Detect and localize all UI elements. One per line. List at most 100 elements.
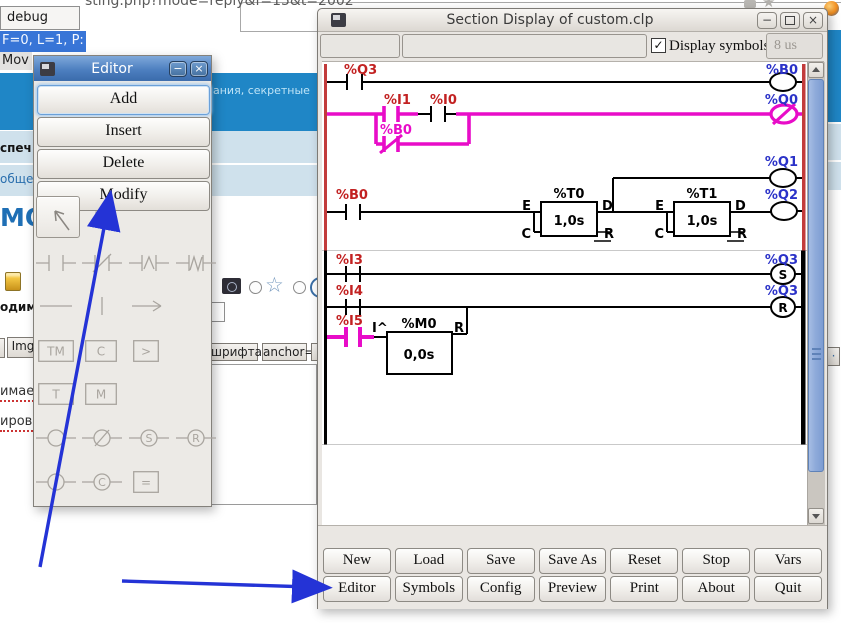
scroll-down-button[interactable] <box>808 508 824 524</box>
label-t1-e: E <box>655 199 664 214</box>
close-button[interactable]: × <box>190 60 208 77</box>
radio-button[interactable] <box>293 281 306 294</box>
contact-open-tool[interactable] <box>36 252 76 274</box>
label-m0-r: R <box>454 321 464 336</box>
coil-jump-tool[interactable]: J <box>36 471 76 493</box>
stripe <box>826 162 841 190</box>
arrow-to-editor <box>121 569 333 604</box>
rung-comment-field[interactable] <box>402 34 647 58</box>
banner-right <box>826 30 841 122</box>
bg-text-imae: имае <box>0 384 35 402</box>
main-window: Section Display of custom.clp − × ✓ Disp… <box>317 8 828 609</box>
operate-block-tool[interactable]: = <box>133 471 159 493</box>
timer-block-tool[interactable]: TM <box>38 340 74 362</box>
display-symbols-checkbox[interactable]: ✓ <box>651 38 666 53</box>
editor-delete-button[interactable]: Delete <box>37 149 210 179</box>
star-icon[interactable]: ☆ <box>265 275 284 296</box>
main-about-button[interactable]: About <box>682 576 751 602</box>
main-load-button[interactable]: Load <box>394 548 463 574</box>
main-window-title: Section Display of custom.clp <box>446 12 654 28</box>
svg-text:S: S <box>146 432 153 445</box>
bg-text-spech: спеч <box>0 141 32 155</box>
contact-falling-edge-tool[interactable] <box>176 252 216 274</box>
coil-reset-letter: R <box>778 301 787 315</box>
main-save-as-button[interactable]: Save As <box>538 548 607 574</box>
bbcode-button-anchor[interactable]: anchor= <box>262 343 315 361</box>
main-quit-button[interactable]: Quit <box>754 576 823 602</box>
main-print-button[interactable]: Print <box>610 576 679 602</box>
scan-time-field: 8 us <box>766 33 823 59</box>
bbcode-button-edge[interactable] <box>0 338 5 358</box>
minimize-button[interactable]: − <box>169 60 187 77</box>
svg-text:R: R <box>192 432 200 445</box>
label-t1-d: D <box>735 199 746 214</box>
contact-rising-edge-tool[interactable] <box>129 252 169 274</box>
minimize-button[interactable]: − <box>757 11 777 29</box>
svg-text:J: J <box>53 476 57 489</box>
window-icon <box>331 13 346 27</box>
main-editor-button[interactable]: Editor <box>323 576 391 602</box>
editor-insert-button[interactable]: Insert <box>37 117 210 147</box>
main-config-button[interactable]: Config <box>466 576 535 602</box>
label-b0-coil: %B0 <box>766 63 798 78</box>
post-textarea[interactable] <box>211 364 317 505</box>
svg-text:=: = <box>141 476 151 490</box>
radio-button[interactable] <box>249 281 262 294</box>
svg-text:C: C <box>98 476 106 489</box>
coil-reset-tool[interactable]: R <box>176 427 216 449</box>
long-wire-tool[interactable] <box>129 295 169 317</box>
counter-block-tool[interactable]: C <box>85 340 117 362</box>
beer-icon <box>5 272 21 291</box>
maximize-button[interactable] <box>780 11 800 29</box>
scroll-up-button[interactable] <box>808 62 824 78</box>
main-reset-button[interactable]: Reset <box>610 548 679 574</box>
close-button[interactable]: × <box>803 11 823 29</box>
main-save-button[interactable]: Save <box>466 548 535 574</box>
label-i5: %I5 <box>336 314 363 329</box>
ladder-canvas[interactable]: %Q3 %B0 %I1 %I0 %Q0 %B0 %B0 %Q1 %Q2 %T0 E C 1,0s D R %T… <box>322 61 825 526</box>
select-tool[interactable] <box>36 196 80 238</box>
horizontal-wire-tool[interactable] <box>36 295 76 317</box>
svg-text:M: M <box>96 388 106 402</box>
new-timer-block-tool[interactable]: T <box>38 383 74 405</box>
label-b0-contact: %B0 <box>336 188 368 203</box>
contact-closed-tool[interactable] <box>82 252 122 274</box>
label-t0-c: C <box>521 227 531 242</box>
monostable-block-tool[interactable]: M <box>85 383 117 405</box>
selected-text: F=0, L=1, P: <box>0 31 86 52</box>
stripe <box>210 131 317 163</box>
right-rail-section2 <box>801 250 806 445</box>
label-b0-branch: %B0 <box>380 123 412 138</box>
coil-call-tool[interactable]: C <box>82 471 122 493</box>
rung-label-field[interactable] <box>320 34 400 58</box>
display-symbols-label: Display symbols <box>669 38 770 54</box>
left-rail-section2 <box>324 250 327 445</box>
button-row-2: Editor Symbols Config Preview Print About Quit <box>323 576 823 602</box>
label-i0: %I0 <box>430 93 457 108</box>
label-t1-c: C <box>654 227 664 242</box>
bbcode-button-font[interactable]: шрифта <box>210 343 262 361</box>
vertical-scrollbar[interactable] <box>807 62 825 526</box>
label-t0-value: 1,0s <box>554 214 585 229</box>
right-rail-section1 <box>802 64 806 251</box>
compare-block-tool[interactable]: > <box>133 340 159 362</box>
bg-link-obshche[interactable]: обще <box>0 172 33 186</box>
coil-not-tool[interactable] <box>82 427 122 449</box>
screen: sting.php?mode=reply&f=15&t=2002 ★ debug… <box>0 0 841 623</box>
main-stop-button[interactable]: Stop <box>682 548 751 574</box>
main-vars-button[interactable]: Vars <box>754 548 823 574</box>
editor-window: Editor − × Add Insert Delete Modify TM C > T M S… <box>33 55 216 507</box>
main-new-button[interactable]: New <box>323 548 391 574</box>
small-side-button[interactable]: · <box>827 347 840 366</box>
left-rail-section1 <box>324 64 327 251</box>
vertical-wire-tool[interactable] <box>82 295 122 317</box>
editor-add-button[interactable]: Add <box>37 85 210 115</box>
coil-tool[interactable] <box>36 427 76 449</box>
eraser-tool[interactable] <box>89 208 117 230</box>
scrollbar-thumb[interactable] <box>808 79 824 472</box>
coil-set-tool[interactable]: S <box>129 427 169 449</box>
main-symbols-button[interactable]: Symbols <box>394 576 463 602</box>
coil-set-letter: S <box>779 268 788 282</box>
label-t0-d: D <box>602 199 613 214</box>
main-preview-button[interactable]: Preview <box>538 576 607 602</box>
